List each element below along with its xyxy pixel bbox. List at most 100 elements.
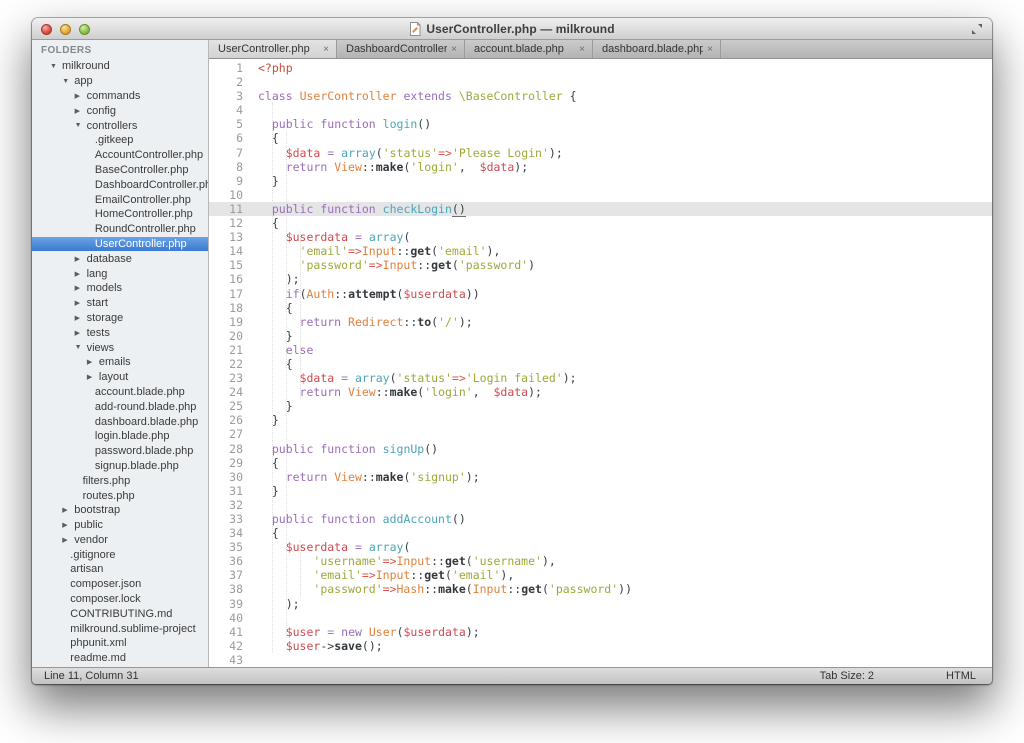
code-line[interactable]: 23 $data = array('status'=>'Login failed… [209,371,992,385]
folder-expanded-icon[interactable]: ▼ [75,344,87,351]
line-number[interactable]: 16 [209,272,243,286]
code-line[interactable]: 4 [209,103,992,117]
folder-collapsed-icon[interactable]: ▶ [75,92,87,100]
folder-expanded-icon[interactable]: ▼ [50,63,62,70]
folder-collapsed-icon[interactable]: ▶ [62,506,74,514]
line-number[interactable]: 9 [209,174,243,188]
sidebar-file-item[interactable]: EmailController.php [32,192,208,207]
code-line[interactable]: 9 } [209,174,992,188]
line-number[interactable]: 6 [209,131,243,145]
sidebar-item-selected[interactable]: UserController.php [32,237,208,252]
sidebar-file-item[interactable]: milkround.sublime-project [32,621,208,636]
tab-close-icon[interactable]: × [579,44,585,55]
sidebar-folder-item[interactable]: ▶public [32,518,208,533]
sidebar-folder-item[interactable]: ▶lang [32,266,208,281]
sidebar-folder-item[interactable]: ▶start [32,296,208,311]
code-line[interactable]: 32 [209,498,992,512]
titlebar[interactable]: UserController.php — milkround [32,18,992,40]
line-number[interactable]: 10 [209,188,243,202]
code-line[interactable]: 2 [209,75,992,89]
code-line[interactable]: 20 } [209,329,992,343]
sidebar-folder-item[interactable]: ▼milkround [32,59,208,74]
line-number[interactable]: 8 [209,160,243,174]
code-line[interactable]: 36 'username'=>Input::get('username'), [209,554,992,568]
tab-UserController.php[interactable]: UserController.php× [209,40,337,58]
code-line[interactable]: 33 public function addAccount() [209,512,992,526]
line-number[interactable]: 24 [209,385,243,399]
sidebar-file-item[interactable]: DashboardController.php [32,177,208,192]
line-number[interactable]: 5 [209,117,243,131]
sidebar-file-item[interactable]: signup.blade.php [32,459,208,474]
line-number[interactable]: 2 [209,75,243,89]
line-number[interactable]: 38 [209,582,243,596]
line-number[interactable]: 25 [209,399,243,413]
sidebar-folder-item[interactable]: ▶commands [32,89,208,104]
tab-close-icon[interactable]: × [323,44,329,55]
sidebar-file-item[interactable]: artisan [32,562,208,577]
sidebar-file-item[interactable]: phpunit.xml [32,636,208,651]
folder-collapsed-icon[interactable]: ▶ [62,521,74,529]
code-line[interactable]: 16 ); [209,272,992,286]
line-number[interactable]: 22 [209,357,243,371]
line-number[interactable]: 1 [209,61,243,75]
sidebar-file-item[interactable]: CONTRIBUTING.md [32,606,208,621]
code-line[interactable]: 22 { [209,357,992,371]
zoom-button[interactable] [79,24,90,35]
line-number[interactable]: 31 [209,484,243,498]
line-number[interactable]: 30 [209,470,243,484]
line-number[interactable]: 23 [209,371,243,385]
folder-collapsed-icon[interactable]: ▶ [75,284,87,292]
line-number[interactable]: 42 [209,639,243,653]
line-number[interactable]: 32 [209,498,243,512]
line-number[interactable]: 19 [209,315,243,329]
folder-collapsed-icon[interactable]: ▶ [62,536,74,544]
code-line[interactable]: 41 $user = new User($userdata); [209,625,992,639]
sidebar-file-item[interactable]: login.blade.php [32,429,208,444]
folder-collapsed-icon[interactable]: ▶ [75,255,87,263]
code-editor[interactable]: 1<?php23class UserController extends \Ba… [209,59,992,667]
code-line[interactable]: 31 } [209,484,992,498]
code-line[interactable]: 21 else [209,343,992,357]
line-number[interactable]: 3 [209,89,243,103]
code-line[interactable]: 17 if(Auth::attempt($userdata)) [209,287,992,301]
minimize-button[interactable] [60,24,71,35]
tab-close-icon[interactable]: × [707,44,713,55]
code-line[interactable]: 24 return View::make('login', $data); [209,385,992,399]
code-line[interactable]: 15 'password'=>Input::get('password') [209,258,992,272]
line-number[interactable]: 43 [209,653,243,667]
line-number[interactable]: 40 [209,611,243,625]
folder-collapsed-icon[interactable]: ▶ [87,373,99,381]
sidebar-file-item[interactable]: add-round.blade.php [32,399,208,414]
sidebar-file-item[interactable]: routes.php [32,488,208,503]
code-line[interactable]: 14 'email'=>Input::get('email'), [209,244,992,258]
sidebar-folder-item[interactable]: ▶config [32,103,208,118]
folder-collapsed-icon[interactable]: ▶ [75,299,87,307]
line-number[interactable]: 21 [209,343,243,357]
folder-collapsed-icon[interactable]: ▶ [87,358,99,366]
sidebar-file-item[interactable]: .gitkeep [32,133,208,148]
folder-expanded-icon[interactable]: ▼ [75,122,87,129]
line-number[interactable]: 12 [209,216,243,230]
tab-close-icon[interactable]: × [451,44,457,55]
tab-dashboard.blade.php[interactable]: dashboard.blade.php× [593,40,721,58]
line-number[interactable]: 36 [209,554,243,568]
line-number[interactable]: 18 [209,301,243,315]
line-number[interactable]: 35 [209,540,243,554]
code-line[interactable]: 30 return View::make('signup'); [209,470,992,484]
sidebar-file-item[interactable]: composer.json [32,577,208,592]
sidebar-file-item[interactable]: .gitignore [32,547,208,562]
sidebar-file-item[interactable]: HomeController.php [32,207,208,222]
sidebar-folder-item[interactable]: ▼views [32,340,208,355]
sidebar-folder-item[interactable]: ▶tests [32,325,208,340]
code-line[interactable]: 35 $userdata = array( [209,540,992,554]
sidebar-file-item[interactable]: readme.md [32,651,208,666]
close-button[interactable] [41,24,52,35]
code-line[interactable]: 13 $userdata = array( [209,230,992,244]
line-number[interactable]: 7 [209,146,243,160]
code-line[interactable]: 34 { [209,526,992,540]
line-number[interactable]: 41 [209,625,243,639]
line-number[interactable]: 15 [209,258,243,272]
line-number[interactable]: 17 [209,287,243,301]
sidebar-file-item[interactable]: dashboard.blade.php [32,414,208,429]
sidebar-file-item[interactable]: RoundController.php [32,222,208,237]
